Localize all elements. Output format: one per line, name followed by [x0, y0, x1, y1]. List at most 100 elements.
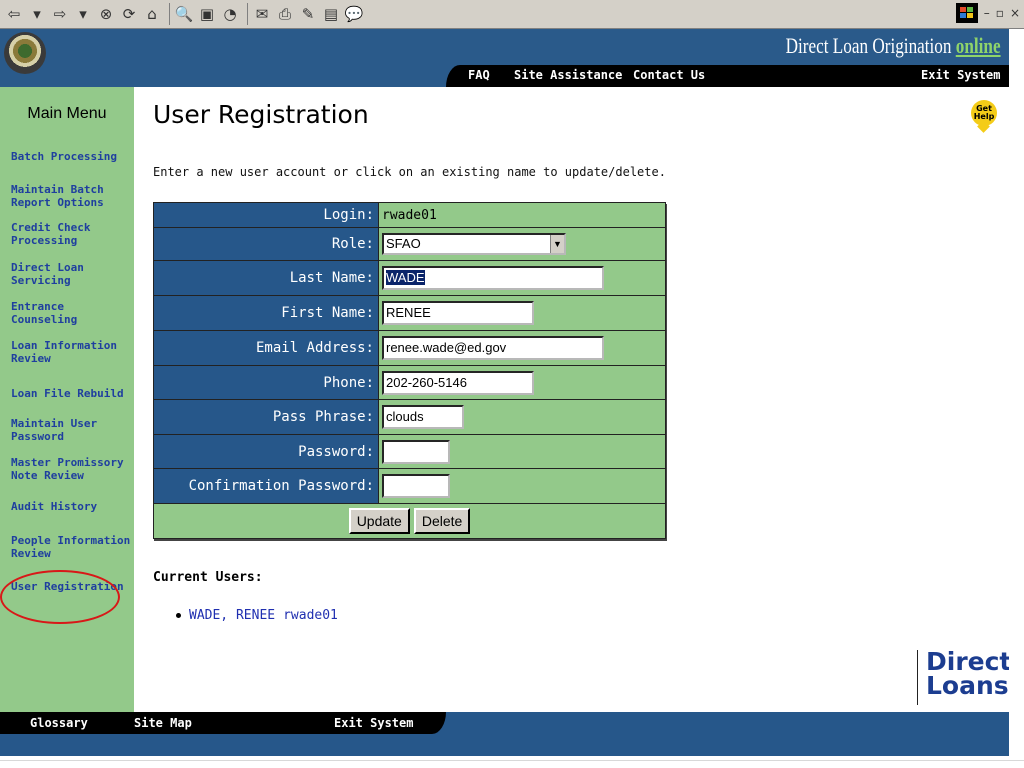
last-name-label: Last Name: — [154, 261, 379, 295]
page-title: User Registration — [153, 100, 369, 129]
department-seal-icon — [4, 32, 46, 74]
home-icon[interactable]: ⌂ — [142, 3, 162, 25]
sidebar-item-entrance-counseling[interactable]: Entrance Counseling — [11, 300, 129, 326]
highlight-circle-annotation — [0, 570, 120, 624]
status-bar-divider — [0, 760, 1024, 761]
role-select[interactable]: SFAO ▼ — [382, 233, 566, 255]
confirmation-password-row: Confirmation Password: — [154, 469, 665, 504]
main-menu-title: Main Menu — [27, 105, 107, 122]
back-icon[interactable]: ⇦ — [4, 3, 24, 25]
phone-value: 202-260-5146 — [386, 374, 467, 390]
footer-exit-system-link[interactable]: Exit System — [334, 716, 413, 730]
favorites-icon[interactable]: ▣ — [197, 3, 217, 25]
footer-site-map-link[interactable]: Site Map — [134, 716, 192, 730]
phone-row: Phone: 202-260-5146 — [154, 366, 665, 400]
close-icon[interactable]: × — [1010, 6, 1020, 20]
mail-icon[interactable]: ✉ — [252, 3, 272, 25]
list-item[interactable]: WADE, RENEE rwade01 — [176, 608, 338, 623]
sidebar-divider — [134, 87, 136, 712]
chevron-down-icon[interactable]: ▼ — [550, 235, 564, 253]
site-header: Direct Loan Origination online FAQ Site … — [0, 29, 1009, 87]
user-name-link[interactable]: WADE, RENEE — [189, 608, 275, 623]
sidebar-item-audit-history[interactable]: Audit History — [11, 500, 129, 513]
first-name-row: First Name: RENEE — [154, 296, 665, 331]
help-bubble: Get Help — [971, 100, 997, 126]
history-icon[interactable]: ◔ — [220, 3, 240, 25]
windows-flag-icon — [955, 3, 978, 23]
nav-contact-us[interactable]: Contact Us — [633, 68, 705, 82]
maximize-icon[interactable]: ▫ — [996, 6, 1004, 20]
pass-phrase-field[interactable]: clouds — [382, 405, 464, 429]
last-name-field[interactable]: WADE — [382, 266, 604, 290]
sidebar-item-loan-file-rebuild[interactable]: Loan File Rebuild — [11, 387, 129, 400]
nav-exit-system[interactable]: Exit System — [921, 68, 1000, 82]
search-icon[interactable]: 🔍 — [174, 3, 194, 25]
forward-dropdown-icon[interactable]: ▾ — [73, 3, 93, 25]
footer-glossary-link[interactable]: Glossary — [30, 716, 88, 730]
sidebar-item-master-promissory-note-review[interactable]: Master Promissory Note Review — [11, 456, 129, 482]
top-nav: FAQ Site Assistance Contact Us Exit Syst… — [446, 65, 1009, 87]
login-row: Login: rwade01 — [154, 203, 665, 228]
login-label: Login: — [154, 203, 379, 227]
back-dropdown-icon[interactable]: ▾ — [27, 3, 47, 25]
phone-label: Phone: — [154, 366, 379, 399]
password-field[interactable] — [382, 439, 450, 464]
role-label: Role: — [154, 228, 379, 260]
email-label: Email Address: — [154, 331, 379, 365]
toolbar-separator — [169, 3, 170, 25]
role-row: Role: SFAO ▼ — [154, 228, 665, 261]
role-selected-value: SFAO — [386, 236, 421, 251]
first-name-value: RENEE — [386, 305, 431, 320]
brand-title-text: Direct Loan Origination — [786, 33, 952, 58]
bullet-icon — [176, 613, 181, 618]
site-footer: Glossary Site Map Exit System — [0, 712, 1009, 756]
forward-icon[interactable]: ⇨ — [50, 3, 70, 25]
user-login-link[interactable]: rwade01 — [283, 608, 338, 623]
window-right-edge — [1009, 29, 1024, 768]
stop-icon[interactable]: ⊗ — [96, 3, 116, 25]
sidebar-item-direct-loan-servicing[interactable]: Direct Loan Servicing — [11, 261, 129, 287]
discuss-icon[interactable]: 💬 — [344, 3, 364, 25]
first-name-field[interactable]: RENEE — [382, 301, 534, 325]
browser-toolbar: ⇦ ▾ ⇨ ▾ ⊗ ⟳ ⌂ 🔍 ▣ ◔ ✉ ⎙ ✎ ▤ 💬 – ▫ × — [0, 0, 1024, 29]
pass-phrase-label: Pass Phrase: — [154, 400, 379, 434]
sidebar-item-maintain-user-password[interactable]: Maintain User Password — [11, 417, 129, 443]
sidebar-item-batch-processing[interactable]: Batch Processing — [11, 150, 129, 163]
intro-text: Enter a new user account or click on an … — [153, 165, 666, 179]
pass-phrase-value: clouds — [386, 409, 424, 424]
login-value: rwade01 — [382, 207, 437, 223]
sidebar-item-credit-check-processing[interactable]: Credit Check Processing — [11, 221, 129, 247]
last-name-row: Last Name: WADE — [154, 261, 665, 296]
last-name-value: WADE — [386, 270, 425, 285]
document-icon[interactable]: ▤ — [321, 3, 341, 25]
toolbar-separator — [247, 3, 248, 25]
sidebar-item-maintain-batch-report-options[interactable]: Maintain Batch Report Options — [11, 183, 129, 209]
pass-phrase-row: Pass Phrase: clouds — [154, 400, 665, 435]
update-button[interactable]: Update — [348, 508, 410, 534]
nav-site-assistance[interactable]: Site Assistance — [514, 68, 622, 82]
confirmation-password-label: Confirmation Password: — [154, 469, 379, 503]
user-registration-form: Login: rwade01 Role: SFAO ▼ Last Name: W… — [153, 202, 666, 539]
refresh-icon[interactable]: ⟳ — [119, 3, 139, 25]
footer-nav: Glossary Site Map Exit System — [0, 712, 446, 734]
brand-online-text: online — [956, 33, 1001, 58]
password-label: Password: — [154, 435, 379, 468]
form-buttons-row: Update Delete — [154, 504, 665, 538]
delete-button[interactable]: Delete — [413, 508, 471, 534]
direct-loans-logo: Direct Loans — [917, 649, 1011, 705]
phone-field[interactable]: 202-260-5146 — [382, 370, 534, 395]
minimize-icon[interactable]: – — [984, 6, 990, 20]
sidebar-item-loan-information-review[interactable]: Loan Information Review — [11, 339, 129, 365]
get-help-icon[interactable]: Get Help — [971, 100, 997, 133]
confirmation-password-field[interactable] — [382, 474, 450, 498]
brand-title: Direct Loan Origination online — [786, 33, 1001, 59]
email-field[interactable]: renee.wade@ed.gov — [382, 336, 604, 360]
edit-icon[interactable]: ✎ — [298, 3, 318, 25]
sidebar-item-people-information-review[interactable]: People Information Review — [11, 534, 130, 560]
email-row: Email Address: renee.wade@ed.gov — [154, 331, 665, 366]
print-icon[interactable]: ⎙ — [275, 3, 295, 25]
nav-faq[interactable]: FAQ — [468, 68, 490, 82]
first-name-label: First Name: — [154, 296, 379, 330]
password-row: Password: — [154, 435, 665, 469]
email-value: renee.wade@ed.gov — [386, 340, 507, 355]
